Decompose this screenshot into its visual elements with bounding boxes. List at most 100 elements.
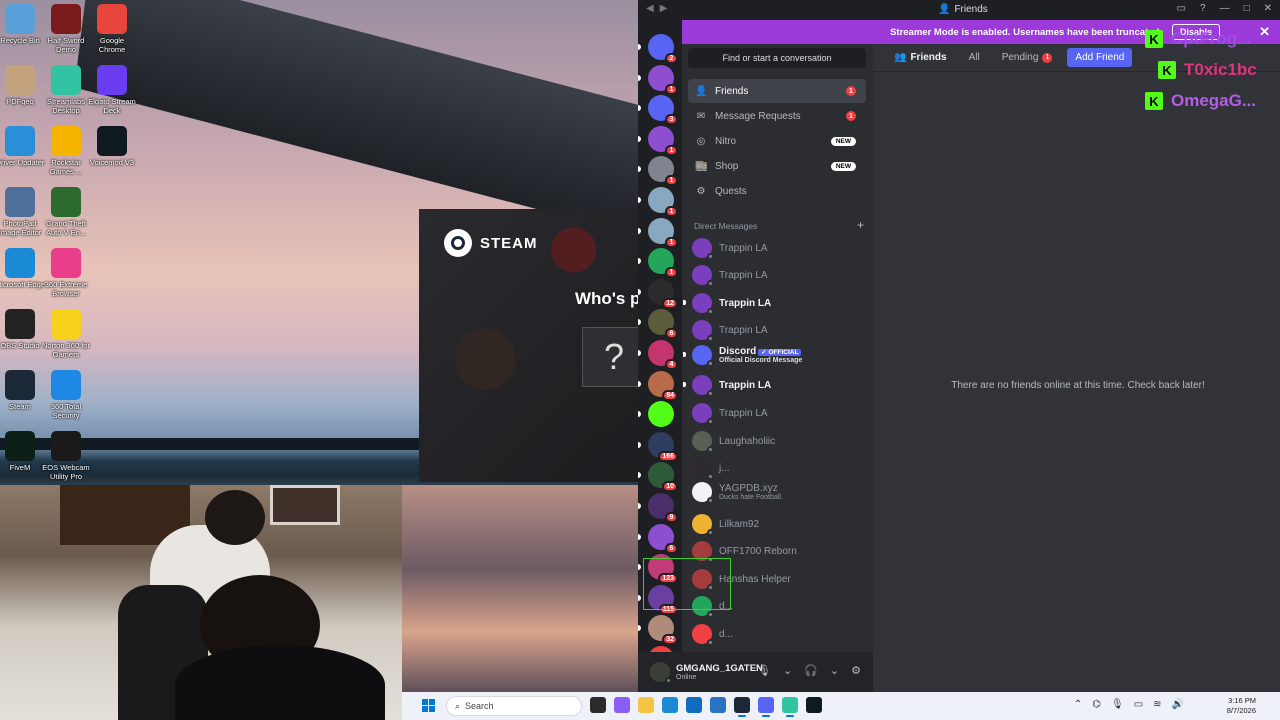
server-icon[interactable]: 10 <box>648 462 678 493</box>
desktop-icon[interactable]: Google Chrome <box>86 4 138 54</box>
unread-badge: 1 <box>665 175 678 187</box>
close-button[interactable]: ✕ <box>1264 3 1272 14</box>
nav-item-shop[interactable]: 🏬 Shop NEW <box>688 155 866 179</box>
gear-icon[interactable]: ⚙ <box>851 664 861 677</box>
windows-start-button[interactable] <box>422 699 436 713</box>
online-status-dot <box>665 677 672 684</box>
steam-unknown-account-tile[interactable]: ? <box>582 327 640 387</box>
dm-list-item[interactable]: Discord ✓ OFFICIAL Official Discord Messag… <box>683 342 870 368</box>
user-info[interactable]: GMGANG_1GATEN Online <box>676 663 763 681</box>
steam-icon[interactable] <box>734 697 750 717</box>
dm-name: YAGPDB.xyz <box>719 483 778 494</box>
steam-login-window[interactable]: STEAM Who's p ? <box>419 209 640 482</box>
dm-list-item[interactable]: Laughaholiic <box>692 428 870 454</box>
file-explorer-icon[interactable] <box>590 697 606 713</box>
minimize-button[interactable]: — <box>1220 3 1230 14</box>
dm-list-item[interactable]: j... <box>692 455 870 481</box>
discord-home-icon[interactable]: 2 <box>648 34 678 64</box>
dm-text: Trappin LA <box>719 298 771 309</box>
desktop-icon[interactable]: EOS Webcam Utility Pro <box>40 431 92 481</box>
server-icon[interactable]: 12 <box>648 278 678 309</box>
display-icon[interactable]: ▭ <box>1134 699 1143 710</box>
dm-list-item[interactable]: Trappin LA <box>683 290 870 316</box>
desktop-icon[interactable]: 360 Total Security <box>40 370 92 420</box>
edge-icon[interactable] <box>662 697 678 713</box>
headphones-icon[interactable]: 🎧 <box>804 664 818 677</box>
server-icon[interactable]: 6 <box>648 309 678 340</box>
volume-icon[interactable]: 🔊 <box>1172 699 1184 710</box>
dm-list-item[interactable]: Trappin LA <box>692 400 870 426</box>
dm-list-item[interactable]: d... <box>692 621 870 647</box>
copilot-icon[interactable] <box>614 697 630 713</box>
streamlabs-icon[interactable] <box>782 697 798 717</box>
nav-item-message-requests[interactable]: ✉ Message Requests 1 <box>688 104 866 128</box>
unread-pill <box>638 135 641 142</box>
pending-badge: 1 <box>1042 52 1053 63</box>
dm-list-item[interactable]: Trappin LA <box>692 262 870 288</box>
kick-server-icon[interactable] <box>648 401 674 428</box>
kick-logo-icon: K <box>1158 61 1176 79</box>
dm-name: Trappin LA <box>719 297 772 309</box>
add-friend-button[interactable]: Add Friend <box>1067 48 1133 67</box>
outlook-icon[interactable] <box>686 697 702 713</box>
taskbar-search[interactable]: ⌕ Search <box>446 696 582 716</box>
server-icon[interactable]: 4 <box>648 340 678 370</box>
help-icon[interactable]: ? <box>1200 3 1206 14</box>
nav-item-nitro[interactable]: ◎ Nitro NEW <box>688 129 866 153</box>
server-icon[interactable]: 9 <box>648 493 678 523</box>
store-icon[interactable] <box>710 697 726 713</box>
desktop-icon[interactable]: Voicemod V3 <box>86 126 138 167</box>
server-icon[interactable]: 1 <box>648 156 678 187</box>
desktop-icon[interactable]: Streamlabs Desktop <box>40 65 92 115</box>
maximize-button[interactable]: □ <box>1244 3 1250 14</box>
folder-icon[interactable] <box>638 697 654 713</box>
voicemod-icon[interactable] <box>806 697 822 713</box>
microphone-icon[interactable]: 🎙 <box>1111 699 1124 710</box>
dm-list-item[interactable]: Trappin LA <box>692 235 870 261</box>
chevron-down-icon[interactable]: ⌄ <box>830 664 839 677</box>
server-icon[interactable]: 1 <box>648 248 678 279</box>
chevron-down-icon[interactable]: ⌄ <box>783 664 792 677</box>
server-icon[interactable]: 1 <box>648 125 678 156</box>
server-icon[interactable]: 32 <box>648 615 678 646</box>
taskbar-clock[interactable]: 3:16 PM 8/7/2026 <box>1227 696 1256 716</box>
nav-item-friends[interactable]: 👤 Friends 1 <box>688 79 866 103</box>
avatar <box>692 320 714 342</box>
tab-all[interactable]: All <box>962 49 987 66</box>
desktop-icon[interactable]: Elgato Stream Deck <box>86 65 138 115</box>
create-dm-button[interactable]: + <box>857 219 864 231</box>
desktop-icon[interactable]: 360 Extreme Browser <box>40 248 92 298</box>
network-icon[interactable]: ⌬ <box>1092 699 1101 710</box>
desktop-icon[interactable]: Grand Theft Auto V En... <box>40 187 92 237</box>
desktop-icon[interactable]: Half Sword Demo <box>40 4 92 54</box>
dm-list-item[interactable]: Lilkam92 <box>692 511 870 537</box>
server-icon[interactable]: 1 <box>648 217 678 248</box>
inbox-icon[interactable]: ▭ <box>1177 3 1186 14</box>
server-icon[interactable]: 1 <box>648 187 678 217</box>
conversation-search[interactable]: Find or start a conversation <box>688 48 866 68</box>
dm-text: Trappin LA <box>719 243 768 254</box>
tab-pending[interactable]: Pending 1 <box>995 49 1060 66</box>
wifi-icon[interactable]: ≋ <box>1153 699 1161 710</box>
desktop-icon[interactable]: Rockstar Games ... <box>40 126 92 176</box>
discord-icon[interactable] <box>758 697 774 717</box>
server-icon[interactable]: 166 <box>648 431 678 462</box>
microphone-icon[interactable]: 🎙 <box>757 664 771 677</box>
chevron-up-icon[interactable]: ⌃ <box>1074 699 1082 710</box>
dm-list-item[interactable]: Trappin LA <box>692 317 870 343</box>
dm-list-item[interactable]: YAGPDB.xyz Ducks hate Football. <box>692 479 870 505</box>
avatar[interactable] <box>650 662 672 684</box>
nav-item-quests[interactable]: ⚙ Quests <box>688 180 866 204</box>
desktop-icon[interactable]: Norton 360 for Gamers <box>40 309 92 359</box>
tab-friends[interactable]: 👥 Friends <box>887 49 954 66</box>
back-forward-arrows[interactable]: ◀▶ <box>646 3 673 14</box>
server-icon[interactable]: 84 <box>648 370 678 401</box>
server-icon[interactable]: 3 <box>648 95 678 126</box>
dm-subtext: Official Discord Message <box>719 357 803 364</box>
unread-pill <box>638 564 641 571</box>
server-icon[interactable]: 6 <box>648 523 678 554</box>
unread-pill <box>638 350 641 356</box>
dm-list-item[interactable]: Trappin LA <box>683 372 870 398</box>
server-icon[interactable]: 1 <box>648 64 678 95</box>
unread-indicator <box>683 352 686 357</box>
